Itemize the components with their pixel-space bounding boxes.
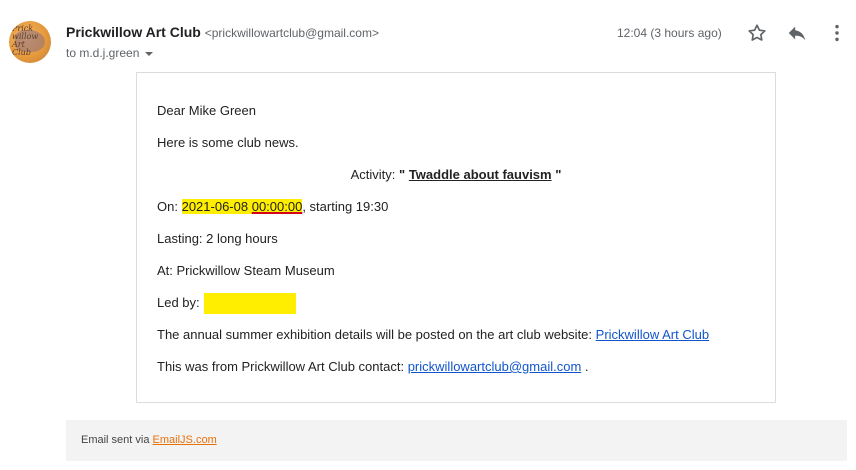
footer-text: Email sent via: [81, 434, 150, 446]
greeting: Dear Mike Green: [157, 103, 256, 118]
sender-name[interactable]: Prickwillow Art Club: [66, 24, 201, 40]
email-body-card: Dear Mike Green Here is some club news. …: [136, 72, 776, 403]
activity-close-quote: ": [555, 167, 562, 182]
sender-email: <prickwillowartclub@gmail.com>: [204, 26, 379, 40]
recipient-details[interactable]: to m.d.j.green: [66, 46, 154, 60]
event-date: 2021-06-08: [181, 199, 249, 214]
redacted-leader: [203, 293, 296, 314]
star-icon[interactable]: [746, 22, 768, 44]
highlighted-date: 2021-06-08 00:00:00: [181, 199, 303, 214]
exhibition-line: The annual summer exhibition details wil…: [157, 327, 709, 342]
timestamp: 12:04 (3 hours ago): [617, 26, 722, 40]
avatar-text: Prick willow Art Club: [12, 24, 39, 57]
email-footer: Email sent via EmailJS.com: [66, 420, 847, 461]
sender-line: Prickwillow Art Club <prickwillowartclub…: [66, 24, 379, 40]
intro-text: Here is some club news.: [157, 135, 299, 150]
activity-open-quote: ": [399, 167, 406, 182]
website-link[interactable]: Prickwillow Art Club: [596, 327, 709, 342]
starting-time: , starting 19:30: [302, 199, 389, 214]
chevron-down-icon[interactable]: [145, 51, 154, 56]
sender-avatar[interactable]: Prick willow Art Club: [9, 21, 51, 63]
date-line: On: 2021-06-08 00:00:00, starting 19:30: [157, 199, 388, 214]
emailjs-link[interactable]: EmailJS.com: [153, 434, 217, 446]
contact-end: .: [584, 359, 589, 374]
contact-text: This was from Prickwillow Art Club conta…: [157, 359, 405, 374]
contact-email-link[interactable]: prickwillowartclub@gmail.com: [408, 359, 582, 374]
more-vert-icon[interactable]: [826, 22, 848, 44]
activity-line: Activity: " Twaddle about fauvism ": [137, 167, 775, 182]
lasting-text: Lasting: 2 long hours: [157, 231, 278, 246]
contact-line: This was from Prickwillow Art Club conta…: [157, 359, 589, 374]
exhibition-text: The annual summer exhibition details wil…: [157, 327, 593, 342]
activity-name: Twaddle about fauvism: [408, 167, 552, 182]
on-label: On:: [157, 199, 178, 214]
led-by-line: Led by:: [157, 293, 296, 314]
footer-text-line: Email sent via EmailJS.com: [81, 434, 217, 446]
activity-label: Activity:: [350, 167, 396, 182]
reply-icon[interactable]: [786, 22, 808, 44]
location-text: At: Prickwillow Steam Museum: [157, 263, 335, 278]
event-time: 00:00:00: [251, 199, 303, 214]
led-by-label: Led by:: [157, 294, 200, 310]
recipient-text: to m.d.j.green: [66, 46, 140, 60]
